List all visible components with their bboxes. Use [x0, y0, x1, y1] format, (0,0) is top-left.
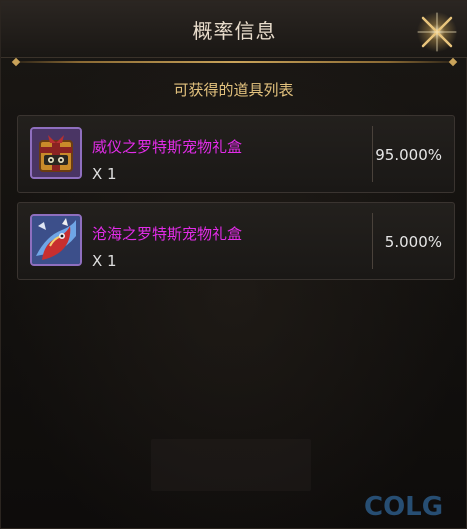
item-quantity: X 1 — [92, 252, 117, 270]
close-x-icon — [417, 12, 457, 52]
title-bar: 概率信息 — [1, 1, 467, 58]
pet-creature-icon — [30, 214, 82, 266]
list-heading: 可获得的道具列表 — [173, 81, 294, 99]
item-probability: 95.000% — [375, 146, 442, 164]
item-quantity: X 1 — [92, 165, 117, 183]
item-name: 威仪之罗特斯宠物礼盒 — [92, 138, 243, 156]
item-probability: 5.000% — [384, 233, 442, 251]
empty-slot — [151, 439, 311, 491]
probability-dialog: 概率信息 可获得的道具列表 威仪之罗特斯宠物礼盒 X 1 95.000% 沧海之… — [0, 0, 467, 529]
gold-divider — [15, 61, 454, 63]
list-item[interactable]: 沧海之罗特斯宠物礼盒 X 1 5.000% — [17, 202, 455, 280]
gift-box-icon — [30, 127, 82, 179]
item-divider — [372, 213, 373, 269]
list-item[interactable]: 威仪之罗特斯宠物礼盒 X 1 95.000% — [17, 115, 455, 193]
close-button[interactable] — [414, 9, 460, 55]
colg-watermark-logo: COLG — [362, 488, 460, 522]
dialog-title: 概率信息 — [192, 19, 277, 43]
item-divider — [372, 126, 373, 182]
svg-text:COLG: COLG — [364, 492, 443, 522]
item-list: 威仪之罗特斯宠物礼盒 X 1 95.000% 沧海之罗特斯宠物礼盒 X 1 5.… — [17, 115, 457, 289]
item-name: 沧海之罗特斯宠物礼盒 — [92, 225, 243, 243]
